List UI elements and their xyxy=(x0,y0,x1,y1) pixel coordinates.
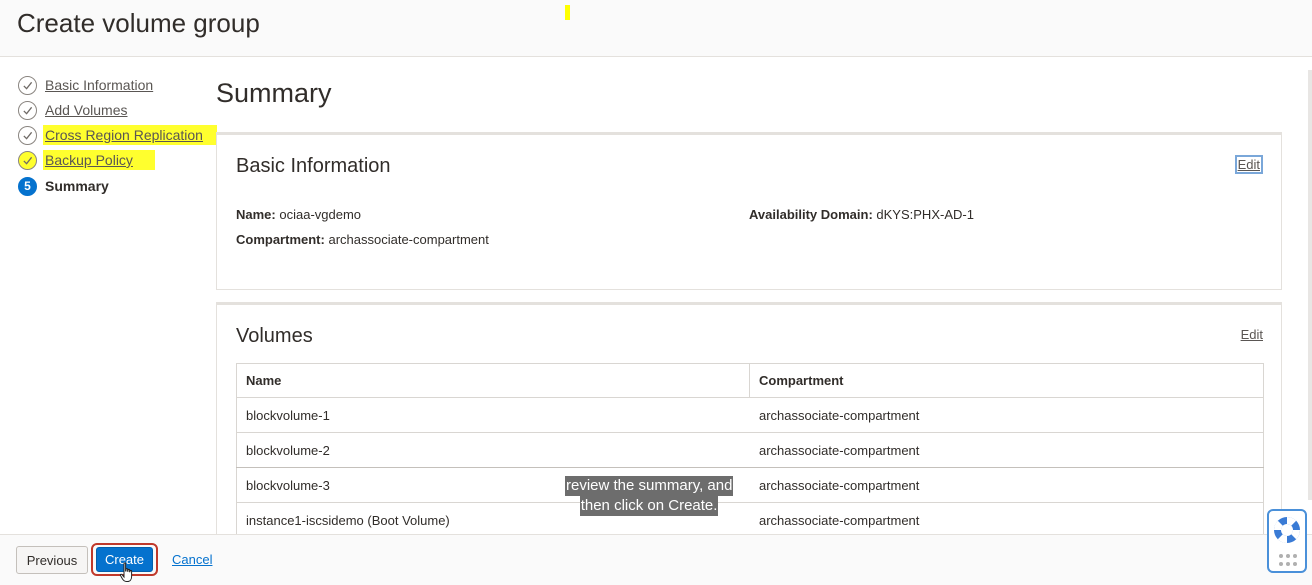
check-icon xyxy=(18,125,37,145)
cancel-link[interactable]: Cancel xyxy=(172,552,212,567)
compartment-field: Compartment: archassociate-compartment xyxy=(236,232,489,247)
step-cross-region-replication[interactable]: Cross Region Replication xyxy=(18,125,217,145)
step-label[interactable]: Cross Region Replication xyxy=(43,125,217,145)
step-label[interactable]: Backup Policy xyxy=(43,150,155,170)
volumes-card: Volumes Edit Name Compartment blockvolum… xyxy=(216,302,1282,542)
edit-volumes-link[interactable]: Edit xyxy=(1241,327,1263,342)
ad-value: dKYS:PHX-AD-1 xyxy=(876,207,974,222)
volume-name: blockvolume-2 xyxy=(236,432,750,468)
volume-compartment: archassociate-compartment xyxy=(749,397,1264,433)
check-icon xyxy=(18,75,37,95)
step-add-volumes[interactable]: Add Volumes xyxy=(18,100,128,120)
table-row: blockvolume-3 archassociate-compartment xyxy=(236,467,1264,503)
name-label: Name: xyxy=(236,207,276,222)
hand-cursor-icon xyxy=(119,562,133,582)
caption-line-1: review the summary, and xyxy=(565,476,734,496)
scrollbar[interactable] xyxy=(1308,70,1312,500)
step-label: Summary xyxy=(45,178,109,194)
instruction-caption: review the summary, and then click on Cr… xyxy=(565,476,734,516)
volume-name: blockvolume-1 xyxy=(236,397,750,433)
column-header-name[interactable]: Name xyxy=(236,363,750,398)
volume-compartment: archassociate-compartment xyxy=(749,432,1264,468)
step-number: 5 xyxy=(18,176,37,196)
name-field: Name: ociaa-vgdemo xyxy=(236,207,361,222)
volume-compartment: archassociate-compartment xyxy=(749,467,1264,503)
compartment-label: Compartment: xyxy=(236,232,325,247)
page-header: Create volume group xyxy=(0,0,1312,57)
check-icon xyxy=(18,100,37,120)
basic-information-card: Basic Information Edit Name: ociaa-vgdem… xyxy=(216,132,1282,290)
step-summary[interactable]: 5 Summary xyxy=(18,176,109,196)
compartment-value: archassociate-compartment xyxy=(328,232,489,247)
table-header-row: Name Compartment xyxy=(236,363,1264,398)
column-header-compartment[interactable]: Compartment xyxy=(749,363,1264,398)
name-value: ociaa-vgdemo xyxy=(279,207,362,222)
grip-icon[interactable] xyxy=(1278,553,1298,567)
volume-compartment: archassociate-compartment xyxy=(749,502,1264,538)
availability-domain-field: Availability Domain: dKYS:PHX-AD-1 xyxy=(749,207,974,222)
step-label[interactable]: Basic Information xyxy=(45,77,153,93)
lifebuoy-icon[interactable] xyxy=(1272,515,1302,545)
step-label[interactable]: Add Volumes xyxy=(45,102,128,118)
step-basic-information[interactable]: Basic Information xyxy=(18,75,153,95)
page-title: Create volume group xyxy=(17,8,260,38)
footer-bar: Previous Create Cancel xyxy=(0,534,1312,585)
table-row: blockvolume-2 archassociate-compartment xyxy=(236,432,1264,468)
step-backup-policy[interactable]: Backup Policy xyxy=(18,150,155,170)
table-row: blockvolume-1 archassociate-compartment xyxy=(236,397,1264,433)
check-icon xyxy=(18,150,37,170)
card-title: Basic Information xyxy=(236,155,391,177)
table-row: instance1-iscsidemo (Boot Volume) archas… xyxy=(236,502,1264,538)
volumes-table: Name Compartment blockvolume-1 archassoc… xyxy=(236,363,1264,538)
section-title: Summary xyxy=(216,78,332,108)
edit-basic-link[interactable]: Edit xyxy=(1234,155,1263,174)
ad-label: Availability Domain: xyxy=(749,207,873,222)
highlight-mark xyxy=(565,5,570,20)
help-widget[interactable] xyxy=(1267,509,1307,573)
card-title: Volumes xyxy=(236,325,313,347)
previous-button[interactable]: Previous xyxy=(16,546,88,574)
caption-line-2: then click on Create. xyxy=(579,496,719,516)
